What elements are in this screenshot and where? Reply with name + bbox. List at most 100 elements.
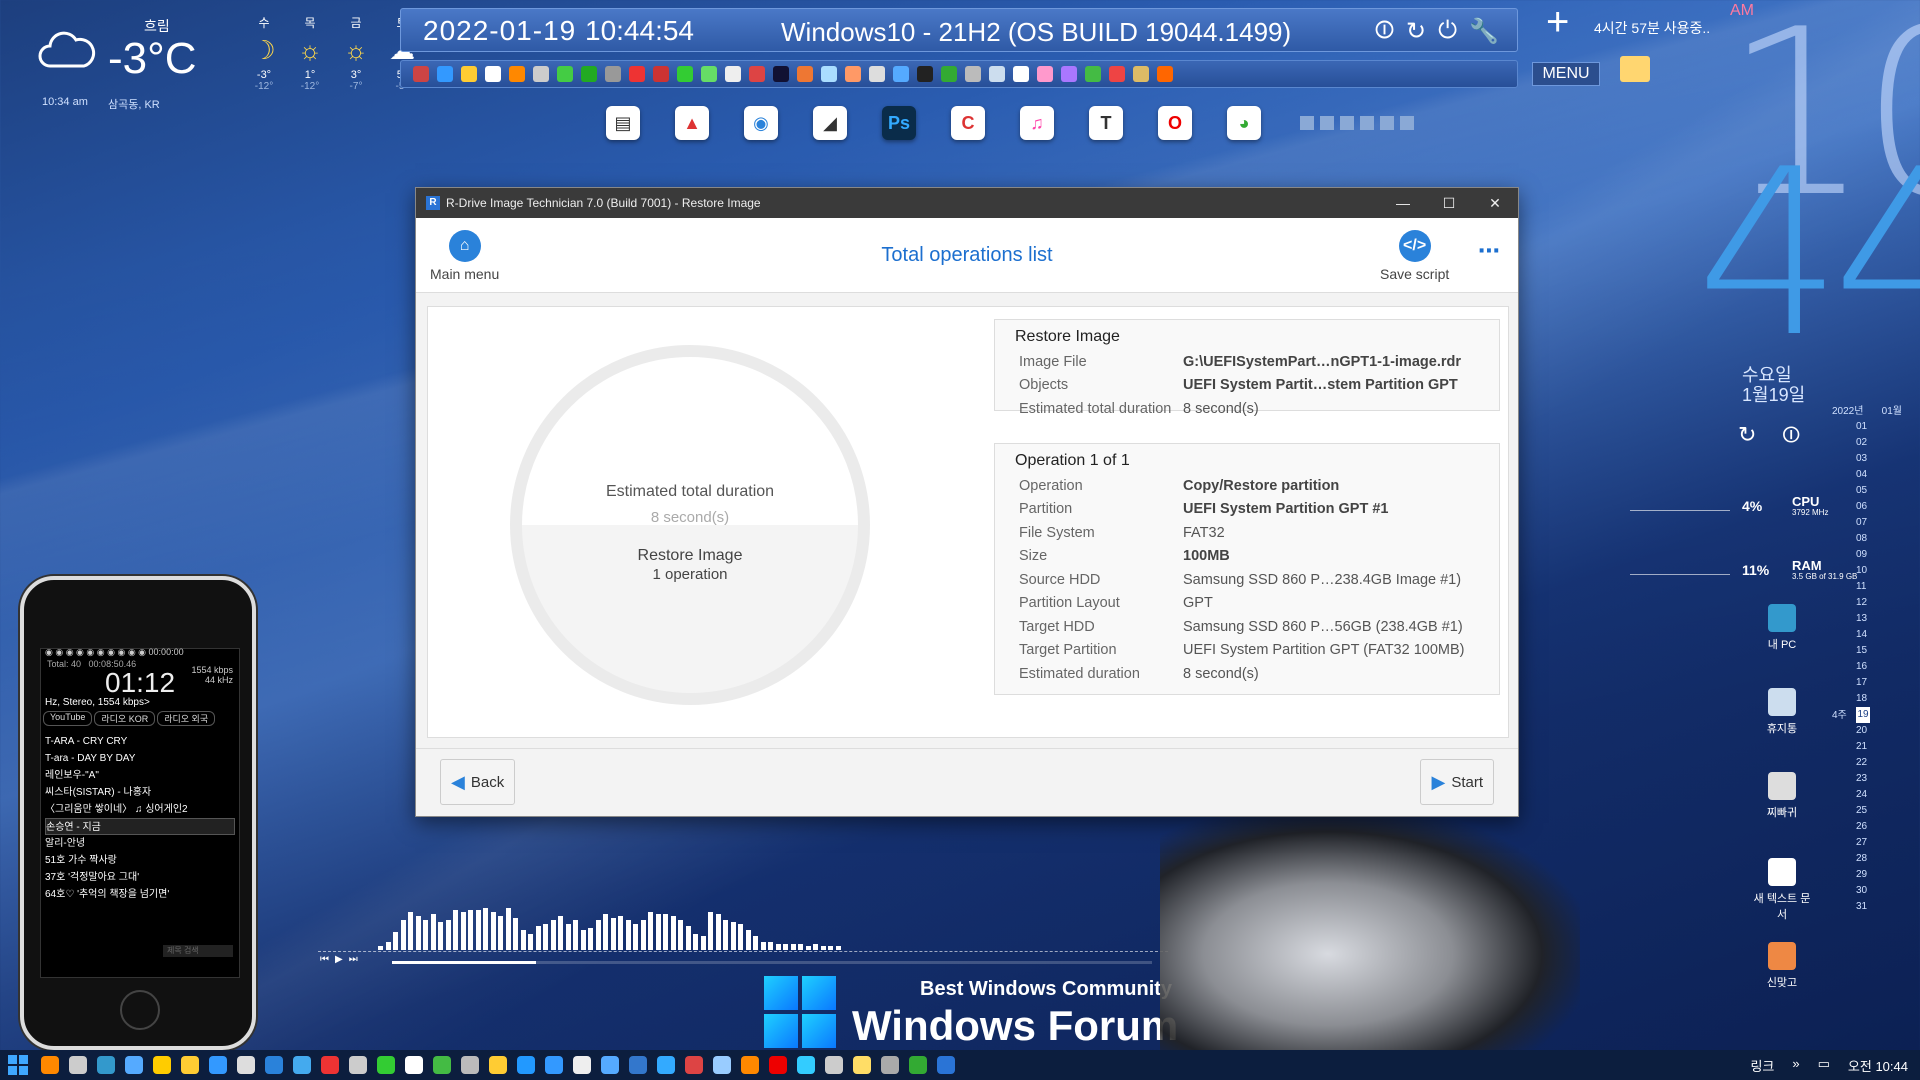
taskbar-app-icon[interactable] — [433, 1056, 451, 1074]
taskbar-app-icon[interactable] — [237, 1056, 255, 1074]
taskbar-app-icon[interactable] — [713, 1056, 731, 1074]
folder-icon[interactable] — [853, 1056, 871, 1074]
opera-icon[interactable] — [769, 1056, 787, 1074]
calendar-day[interactable]: 30 — [1856, 883, 1902, 899]
playback-progress[interactable] — [392, 961, 1152, 964]
taskbar-app-icon[interactable] — [461, 1056, 479, 1074]
app-icon[interactable] — [605, 66, 621, 82]
app-icon[interactable] — [1061, 66, 1077, 82]
app-icon[interactable] — [509, 66, 525, 82]
calendar-day[interactable]: 02 — [1856, 435, 1902, 451]
calendar-day[interactable]: 28 — [1856, 851, 1902, 867]
calendar-day[interactable]: 12 — [1856, 595, 1902, 611]
save-script-button[interactable]: </> Save script — [1380, 230, 1449, 282]
calendar-day[interactable]: 19 — [1856, 707, 1870, 723]
rdrive-taskbar-icon[interactable] — [937, 1056, 955, 1074]
app-icon[interactable] — [581, 66, 597, 82]
playlist-item[interactable]: 51호 가수 짝사랑 — [45, 852, 235, 869]
chrome-icon[interactable] — [909, 1056, 927, 1074]
calendar-day[interactable]: 01 — [1856, 419, 1902, 435]
app-icon[interactable] — [845, 66, 861, 82]
desktop-icon-game[interactable]: 신맞고 — [1752, 942, 1812, 990]
playlist-item[interactable]: 씨스타(SISTAR) - 나홍자 — [45, 784, 235, 801]
ccleaner-icon[interactable]: C — [951, 106, 985, 140]
minimize-button[interactable]: — — [1380, 195, 1426, 212]
taskbar-app-icon[interactable] — [97, 1056, 115, 1074]
gear-icon[interactable] — [69, 1056, 87, 1074]
calendar-day[interactable]: 10 — [1856, 563, 1902, 579]
calendar-day[interactable]: 15 — [1856, 643, 1902, 659]
app-icon[interactable] — [773, 66, 789, 82]
chevron-icon[interactable]: » — [1792, 1056, 1799, 1075]
app-icon[interactable] — [725, 66, 741, 82]
app-icon[interactable]: ▲ — [675, 106, 709, 140]
taskbar-app-icon[interactable] — [349, 1056, 367, 1074]
shutdown-icon[interactable]: ⏼ — [1782, 422, 1799, 448]
scanner-icon[interactable]: ▤ — [606, 106, 640, 140]
back-button[interactable]: ◀ Back — [440, 759, 516, 805]
calendar-day[interactable]: 24 — [1856, 787, 1902, 803]
app-icon[interactable] — [821, 66, 837, 82]
calendar-day[interactable]: 08 — [1856, 531, 1902, 547]
app-icon[interactable] — [533, 66, 549, 82]
photoshop-icon[interactable]: Ps — [882, 106, 916, 140]
shutdown-icon[interactable]: ⏼ — [1375, 17, 1394, 46]
desktop-icon-recycle[interactable]: 휴지통 — [1752, 688, 1812, 736]
playlist-item[interactable]: 64호♡ '추억의 책장을 넘기면' — [45, 886, 235, 903]
calendar-day[interactable]: 07 — [1856, 515, 1902, 531]
firefox-icon[interactable] — [741, 1056, 759, 1074]
calendar-day[interactable]: 20 — [1856, 723, 1902, 739]
music-icon[interactable]: ♫ — [1020, 106, 1054, 140]
calendar-day[interactable]: 14 — [1856, 627, 1902, 643]
dock-page-dot[interactable] — [1300, 116, 1314, 130]
playlist-item[interactable]: 37호 '걱정말아요 그대' — [45, 869, 235, 886]
calendar-day[interactable]: 11 — [1856, 579, 1902, 595]
app-icon[interactable] — [797, 66, 813, 82]
taskbar-app-icon[interactable] — [321, 1056, 339, 1074]
folder-icon[interactable] — [1620, 56, 1650, 82]
playlist-search[interactable]: 제목 검색 — [163, 945, 233, 957]
calendar-day[interactable]: 04 — [1856, 467, 1902, 483]
chrome-icon[interactable]: ◕ — [1227, 106, 1261, 140]
taskbar-app-icon[interactable] — [685, 1056, 703, 1074]
app-icon[interactable] — [893, 66, 909, 82]
taskbar-app-icon[interactable] — [181, 1056, 199, 1074]
calendar-day[interactable]: 23 — [1856, 771, 1902, 787]
restart-icon[interactable]: ↻ — [1738, 422, 1756, 448]
playlist-item[interactable]: 손승연 - 지금 — [45, 818, 235, 835]
home-button[interactable] — [120, 990, 160, 1030]
calendar-day[interactable]: 18 — [1856, 691, 1902, 707]
taskbar-app-icon[interactable] — [293, 1056, 311, 1074]
wrench-icon[interactable]: 🔧 — [1469, 17, 1499, 46]
app-icon[interactable] — [1085, 66, 1101, 82]
window-titlebar[interactable]: R R-Drive Image Technician 7.0 (Build 70… — [416, 188, 1518, 218]
tab-radio-foreign[interactable]: 라디오 외국 — [157, 711, 216, 726]
app-icon[interactable] — [917, 66, 933, 82]
app-icon[interactable] — [701, 66, 717, 82]
playlist-item[interactable]: 레인보우-"A" — [45, 767, 235, 784]
taskbar-app-icon[interactable] — [377, 1056, 395, 1074]
desktop-icon-textfile[interactable]: 새 텍스트 문서 — [1752, 858, 1812, 922]
calendar-day[interactable]: 17 — [1856, 675, 1902, 691]
maximize-button[interactable]: ☐ — [1426, 195, 1472, 212]
calendar-day[interactable]: 16 — [1856, 659, 1902, 675]
app-icon[interactable] — [461, 66, 477, 82]
app-icon[interactable] — [629, 66, 645, 82]
calendar-day[interactable]: 22 — [1856, 755, 1902, 771]
app-icon[interactable] — [413, 66, 429, 82]
calendar-day[interactable]: 05 — [1856, 483, 1902, 499]
tab-youtube[interactable]: YouTube — [43, 711, 93, 726]
edge-icon[interactable] — [797, 1056, 815, 1074]
app-icon[interactable] — [437, 66, 453, 82]
links-toolbar[interactable]: 링크 — [1750, 1056, 1774, 1075]
calendar-day[interactable]: 09 — [1856, 547, 1902, 563]
app-icon[interactable] — [749, 66, 765, 82]
playlist-item[interactable]: T-ARA - CRY CRY — [45, 733, 235, 750]
app-icon[interactable] — [1109, 66, 1125, 82]
taskbar-app-icon[interactable] — [601, 1056, 619, 1074]
taskbar-app-icon[interactable] — [825, 1056, 843, 1074]
typora-icon[interactable]: T — [1089, 106, 1123, 140]
app-icon[interactable] — [965, 66, 981, 82]
dock-page-dot[interactable] — [1340, 116, 1354, 130]
dock-page-dot[interactable] — [1360, 116, 1374, 130]
